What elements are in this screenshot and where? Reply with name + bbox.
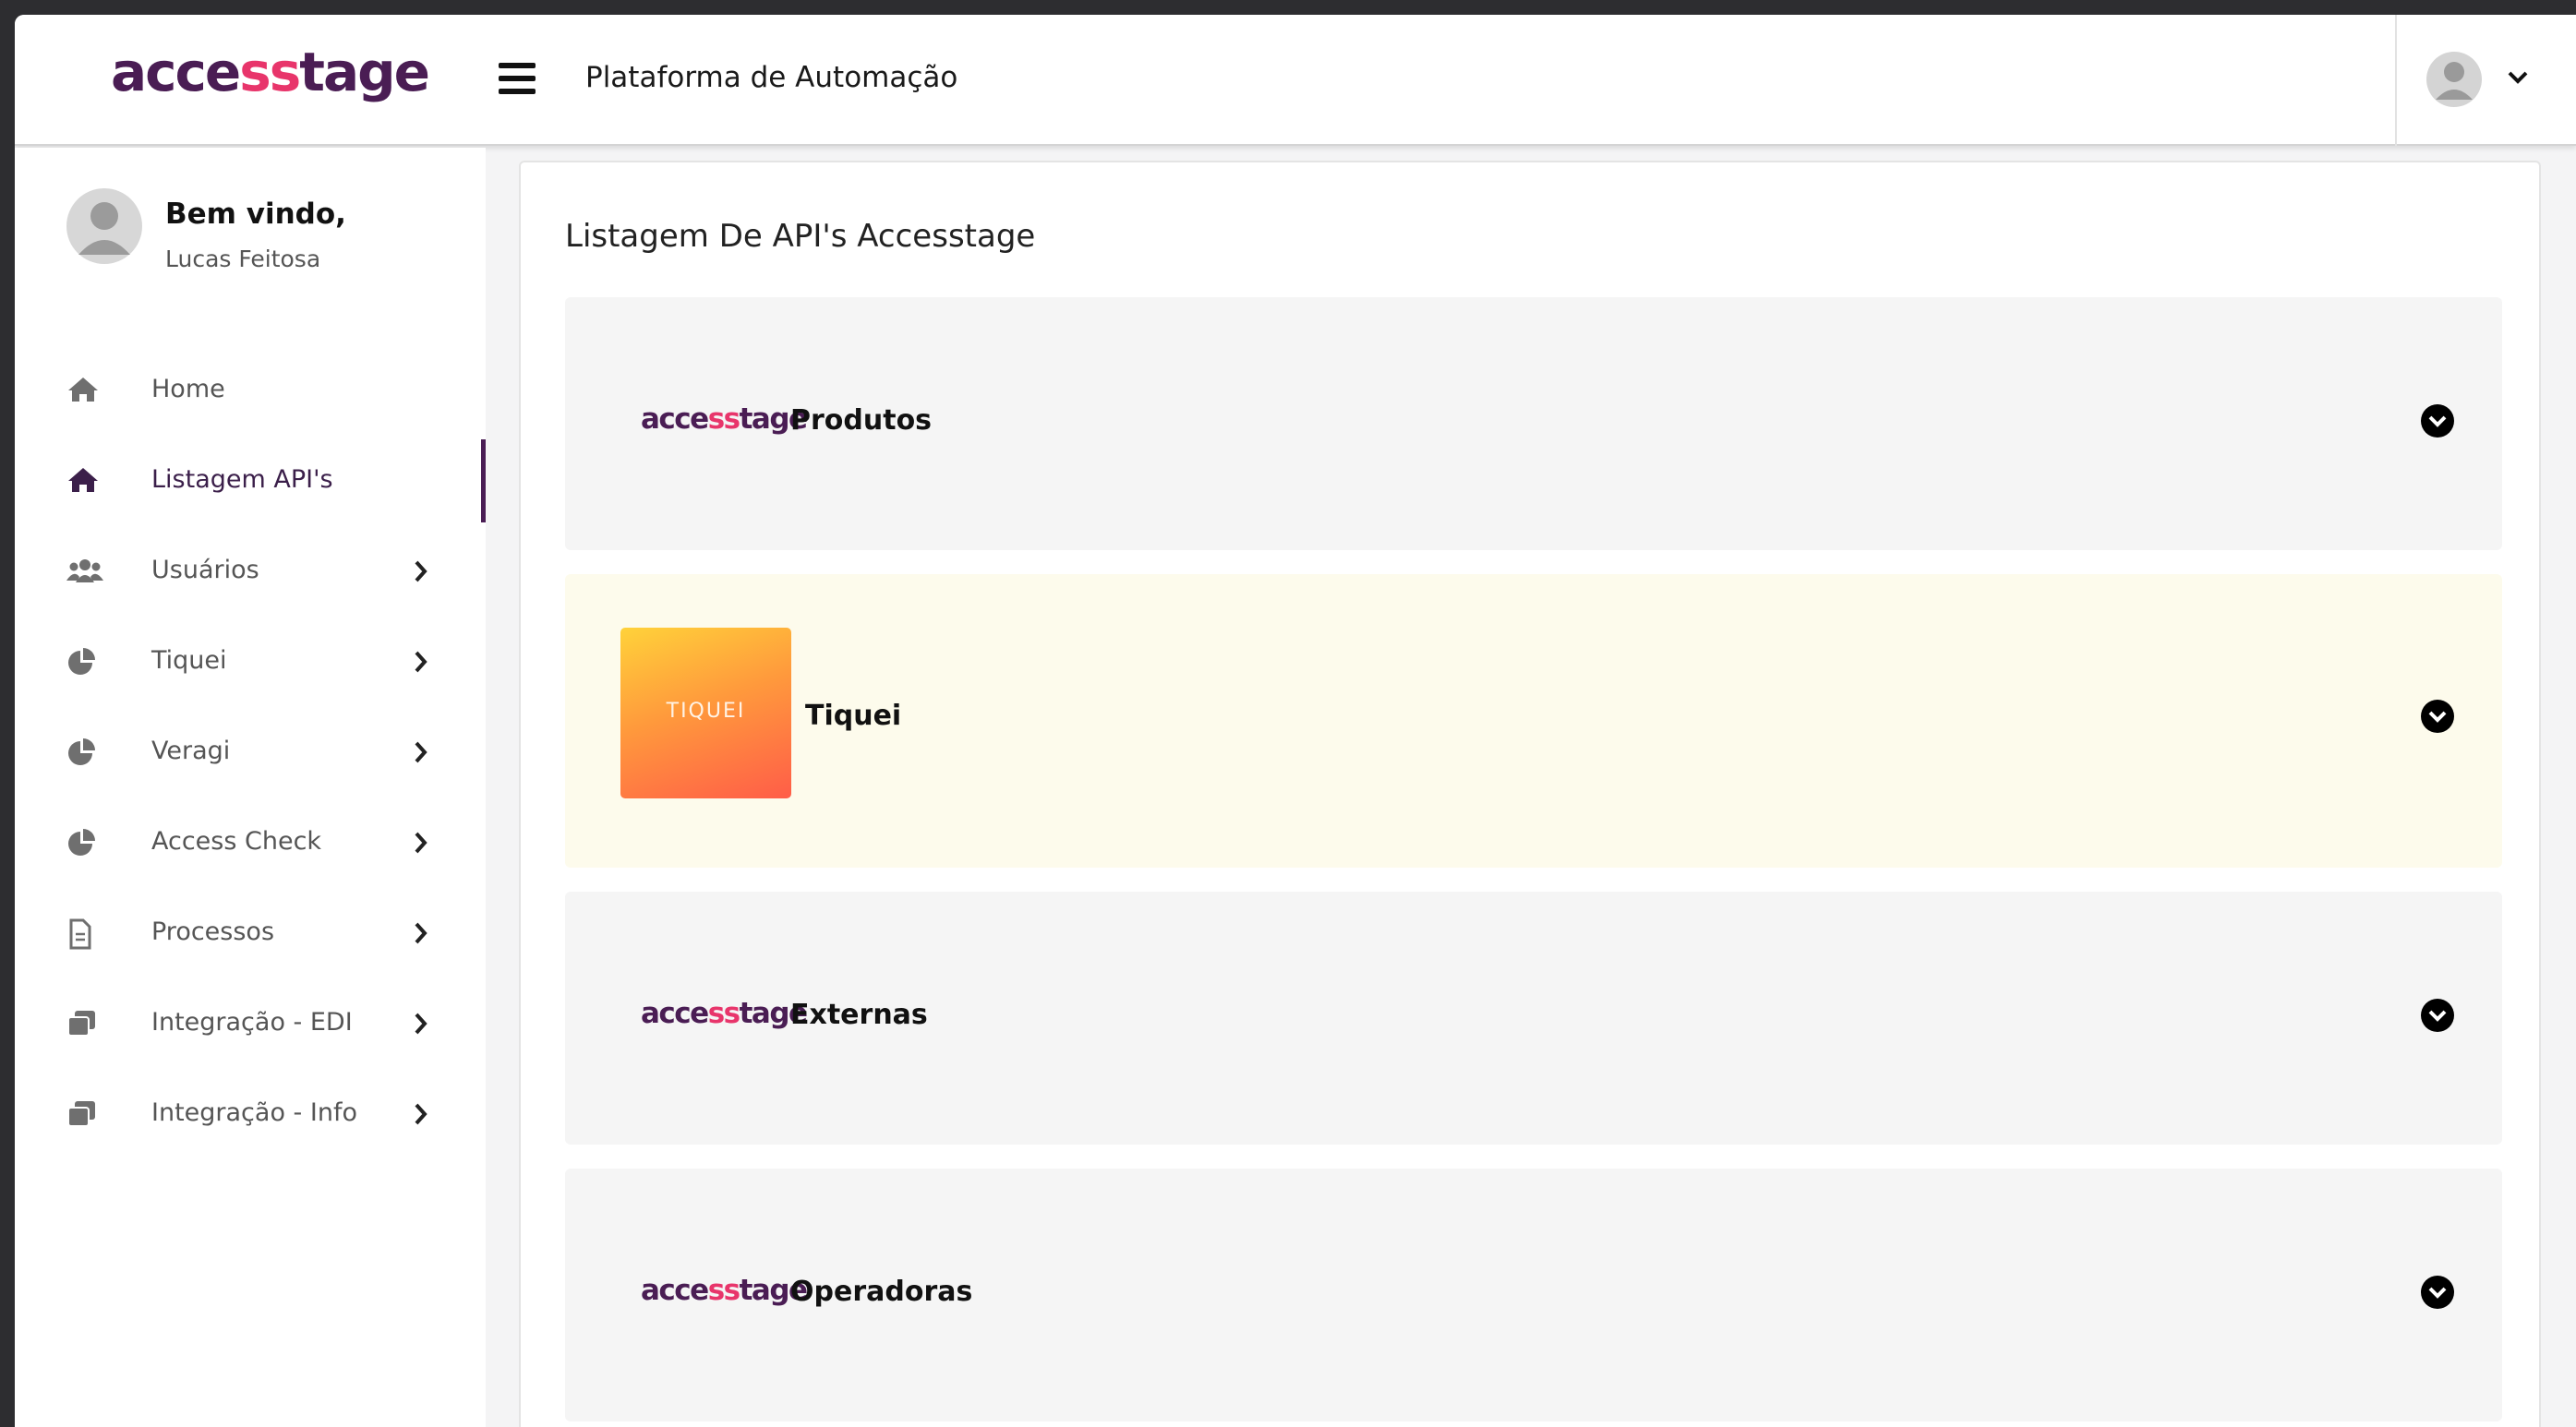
sidebar-nav: Home Listagem API's Usuários Tiquei Vera… [15,345,486,1159]
user-name: Lucas Feitosa [165,246,321,272]
main-panel: Listagem De API's Accesstage accesstage … [519,161,2541,1427]
sidebar-item-processos[interactable]: Processos [15,888,486,978]
tiquei-logo: TIQUEI [620,628,791,798]
sidebar-item-label: Processos [151,917,275,946]
welcome-text: Bem vindo, [165,198,346,231]
app-title: Plataforma de Automação [585,61,958,94]
sidebar-item-label: Tiquei [151,646,227,675]
chevron-down-icon [2508,70,2528,89]
tiquei-logo-text: TIQUEI [666,700,746,723]
chevron-right-icon [414,650,428,678]
api-card-operadoras[interactable]: accesstage Operadoras [565,1169,2502,1421]
api-card-produtos[interactable]: accesstage Produtos [565,297,2502,550]
sidebar-item-integracao-info[interactable]: Integração - Info [15,1069,486,1159]
chevron-right-icon [414,559,428,587]
sidebar-item-label: Listagem API's [151,465,333,494]
sidebar-item-integracao-edi[interactable]: Integração - EDI [15,978,486,1069]
user-avatar-icon [2426,52,2482,111]
sidebar: Bem vindo, Lucas Feitosa Home Listagem A… [15,148,486,1427]
sidebar-item-label: Integração - EDI [151,1008,353,1037]
pie-chart-icon [66,828,103,859]
sidebar-item-veragi[interactable]: Veragi [15,707,486,797]
document-icon [66,918,103,950]
accesstage-logo: accesstage [641,1274,808,1307]
chevron-right-icon [414,1102,428,1130]
card-title: Tiquei [805,700,902,732]
chevron-circle-down-icon[interactable] [2421,404,2454,441]
pie-chart-icon [66,737,103,769]
sidebar-item-label: Home [151,375,225,403]
home-icon [66,376,103,407]
card-title: Operadoras [790,1276,973,1308]
sidebar-item-listagem-apis[interactable]: Listagem API's [15,436,486,526]
chevron-circle-down-icon[interactable] [2421,700,2454,737]
chevron-right-icon [414,1012,428,1039]
sidebar-item-label: Integração - Info [151,1098,357,1127]
sidebar-item-label: Access Check [151,827,322,856]
card-title: Produtos [790,404,933,437]
sidebar-item-label: Usuários [151,556,259,584]
sidebar-item-label: Veragi [151,737,231,765]
chevron-circle-down-icon[interactable] [2421,999,2454,1036]
chevron-right-icon [414,921,428,949]
accesstage-logo: accesstage [641,997,808,1030]
chevron-circle-down-icon[interactable] [2421,1276,2454,1313]
chevron-right-icon [414,740,428,768]
sidebar-item-access-check[interactable]: Access Check [15,797,486,888]
user-menu-button[interactable] [2395,15,2576,146]
hamburger-icon[interactable] [499,63,536,94]
avatar [66,188,142,268]
users-icon [66,557,103,588]
accesstage-logo: accesstage [641,402,808,436]
card-title: Externas [790,999,928,1031]
pie-chart-icon [66,647,103,678]
sidebar-item-home[interactable]: Home [15,345,486,436]
chevron-right-icon [414,831,428,858]
page-title: Listagem De API's Accesstage [565,218,1036,255]
sidebar-item-tiquei[interactable]: Tiquei [15,617,486,707]
api-card-tiquei[interactable]: TIQUEI Tiquei [565,574,2502,868]
top-bar: accesstage Plataforma de Automação [15,15,2576,146]
sidebar-item-usuarios[interactable]: Usuários [15,526,486,617]
app-window: accesstage Plataforma de Automação Bem v… [15,15,2576,1427]
brand-logo[interactable]: accesstage [111,41,430,103]
copy-icon [66,1099,103,1131]
copy-icon [66,1009,103,1040]
api-card-externas[interactable]: accesstage Externas [565,892,2502,1145]
home-icon [66,466,103,498]
